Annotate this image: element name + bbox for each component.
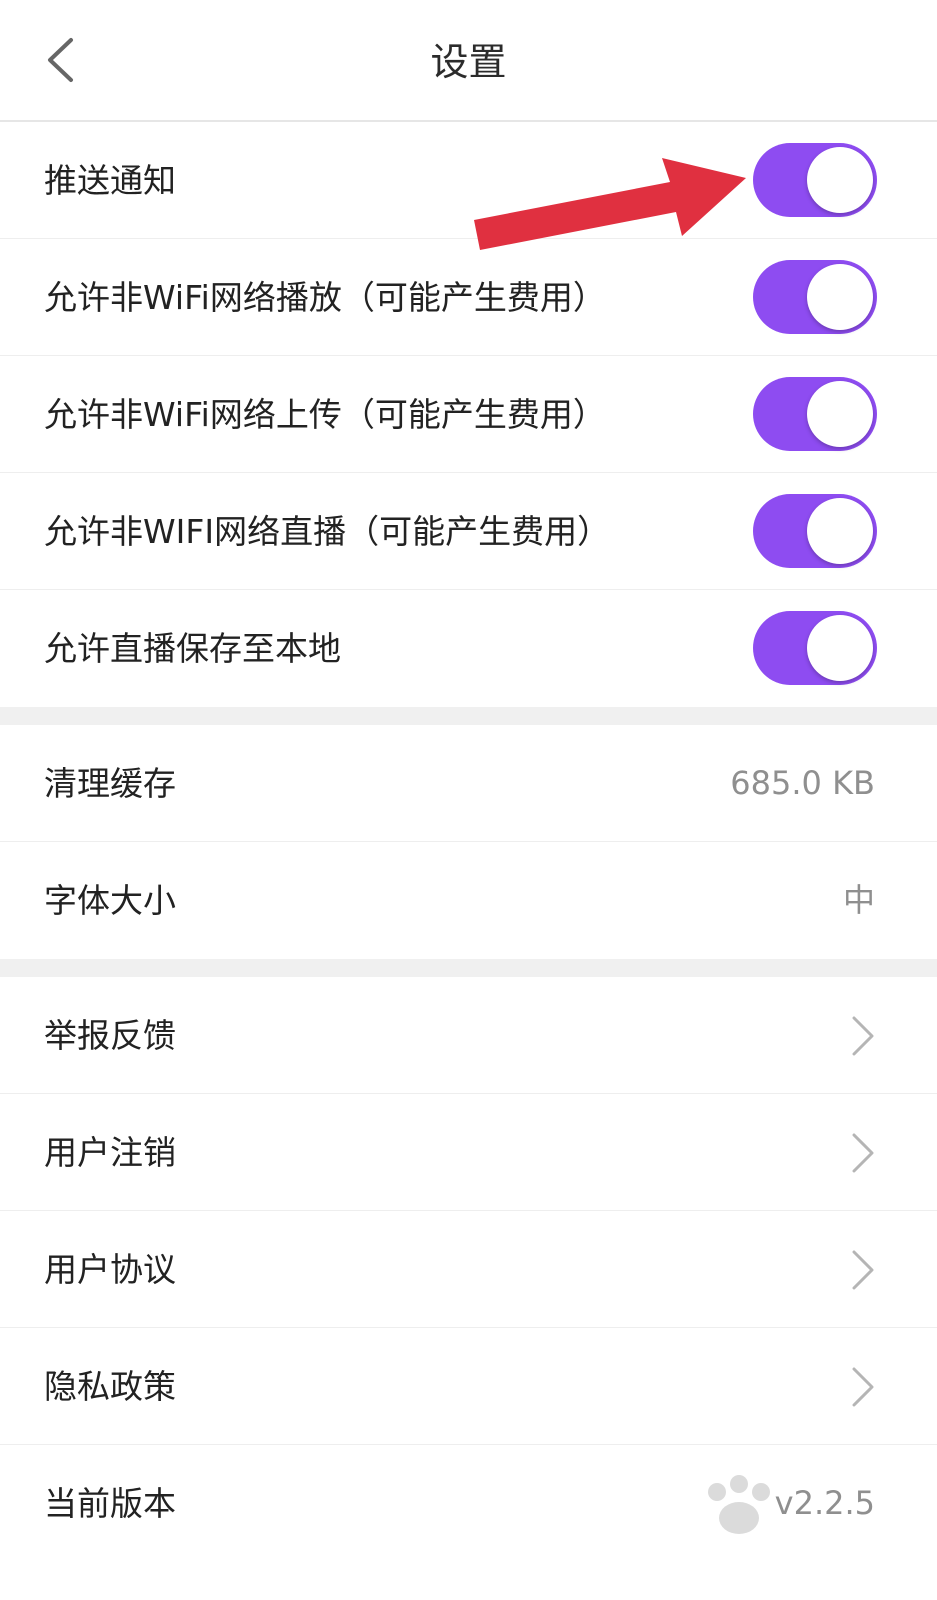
save-live-toggle[interactable] bbox=[753, 611, 877, 685]
toggle-knob bbox=[807, 381, 873, 447]
row-label: 用户协议 bbox=[44, 1250, 176, 1289]
toggle-knob bbox=[807, 264, 873, 330]
row-label: 举报反馈 bbox=[44, 1016, 176, 1055]
toggle-row-push-notification: 推送通知 bbox=[0, 122, 937, 239]
wifi-upload-toggle[interactable] bbox=[753, 377, 877, 451]
chevron-right-icon bbox=[852, 1367, 874, 1407]
toggle-row-wifi-upload: 允许非WiFi网络上传（可能产生费用） bbox=[0, 356, 937, 473]
user-agreement-row[interactable]: 用户协议 bbox=[0, 1211, 937, 1328]
chevron-right-icon bbox=[852, 1016, 874, 1056]
row-label: 允许直播保存至本地 bbox=[44, 629, 341, 668]
row-label: 当前版本 bbox=[44, 1484, 176, 1523]
toggle-knob bbox=[807, 615, 873, 681]
chevron-right-icon bbox=[852, 1250, 874, 1290]
section-divider bbox=[0, 959, 937, 977]
toggle-row-save-live: 允许直播保存至本地 bbox=[0, 590, 937, 707]
toggle-knob bbox=[807, 147, 873, 213]
row-label: 清理缓存 bbox=[44, 764, 176, 803]
row-label: 字体大小 bbox=[44, 881, 176, 920]
report-feedback-row[interactable]: 举报反馈 bbox=[0, 977, 937, 1094]
privacy-policy-row[interactable]: 隐私政策 bbox=[0, 1328, 937, 1445]
watermark-paw-icon bbox=[708, 1475, 770, 1534]
toggle-row-wifi-play: 允许非WiFi网络播放（可能产生费用） bbox=[0, 239, 937, 356]
wifi-live-toggle[interactable] bbox=[753, 494, 877, 568]
wifi-play-toggle[interactable] bbox=[753, 260, 877, 334]
red-arrow-icon bbox=[474, 158, 746, 250]
cache-size-value: 685.0 KB bbox=[730, 764, 875, 802]
section-divider bbox=[0, 707, 937, 725]
push-notification-toggle[interactable] bbox=[753, 143, 877, 217]
font-size-value: 中 bbox=[842, 881, 875, 919]
row-label: 允许非WIFI网络直播（可能产生费用） bbox=[44, 512, 611, 551]
chevron-right-icon bbox=[852, 1133, 874, 1173]
clear-cache-row[interactable]: 清理缓存 685.0 KB bbox=[0, 725, 937, 842]
row-label: 允许非WiFi网络上传（可能产生费用） bbox=[44, 395, 606, 434]
toggle-knob bbox=[807, 498, 873, 564]
row-label: 用户注销 bbox=[44, 1133, 176, 1172]
account-cancel-row[interactable]: 用户注销 bbox=[0, 1094, 937, 1211]
row-label: 隐私政策 bbox=[44, 1367, 176, 1406]
row-label: 推送通知 bbox=[44, 161, 176, 200]
page-title: 设置 bbox=[430, 40, 507, 84]
font-size-row[interactable]: 字体大小 中 bbox=[0, 842, 937, 959]
toggle-row-wifi-live: 允许非WIFI网络直播（可能产生费用） bbox=[0, 473, 937, 590]
navigation-bar: 设置 bbox=[0, 0, 937, 122]
